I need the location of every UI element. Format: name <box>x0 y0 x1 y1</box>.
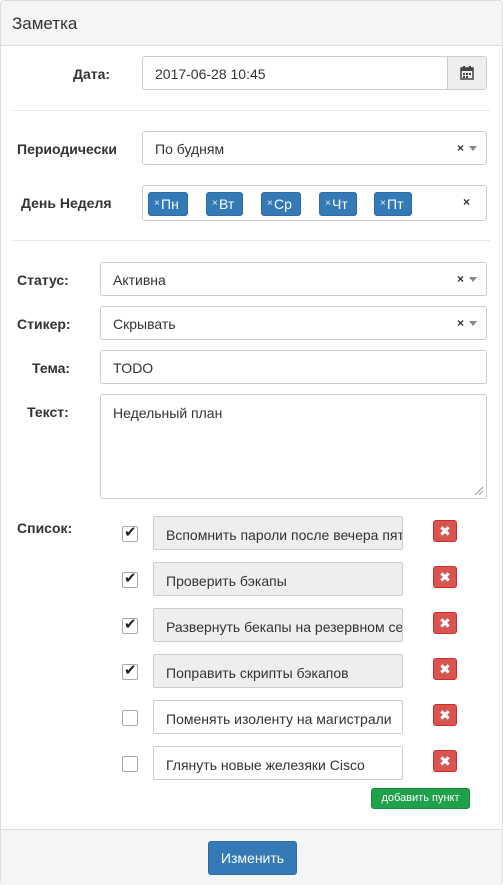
subject-value: TODO <box>113 360 154 376</box>
close-icon: ✖ <box>439 707 451 723</box>
delete-item-button[interactable]: ✖ <box>433 566 457 588</box>
sticker-clear-icon[interactable]: × <box>457 316 464 330</box>
list-item-text: Поменять изоленту на магистрали <box>166 711 392 727</box>
status-value: Активна <box>113 272 166 288</box>
tag-remove-icon[interactable]: × <box>380 193 386 215</box>
list-item-text: Вспомнить пароли после вечера пятницы <box>166 527 402 543</box>
date-label: Дата: <box>73 66 111 82</box>
status-select[interactable]: Активна × <box>100 262 487 296</box>
divider <box>12 240 490 241</box>
status-label: Статус: <box>17 272 69 288</box>
weekdays-clear-icon[interactable]: × <box>463 195 470 209</box>
panel-footer: Изменить <box>1 829 502 885</box>
note-panel: Заметка Дата: 2017-06-28 10:45 Периодиче… <box>0 0 503 885</box>
weekday-tag[interactable]: × Ср <box>261 192 301 216</box>
delete-item-button[interactable]: ✖ <box>433 658 457 680</box>
list-item-input[interactable]: Развернуть бекапы на резервном сервере <box>153 608 403 642</box>
close-icon: ✖ <box>439 615 451 631</box>
delete-item-button[interactable]: ✖ <box>433 750 457 772</box>
list-item-text: Развернуть бекапы на резервном сервере <box>166 619 402 635</box>
item-checkbox[interactable]: ✔ <box>122 524 138 542</box>
subject-label: Тема: <box>32 360 71 376</box>
close-icon: ✖ <box>439 569 451 585</box>
checkmark-icon: ✔ <box>124 662 137 679</box>
delete-item-button[interactable]: ✖ <box>433 612 457 634</box>
calendar-icon <box>460 66 474 80</box>
tag-remove-icon[interactable]: × <box>154 193 160 215</box>
item-checkbox[interactable] <box>122 710 138 726</box>
checkmark-icon: ✔ <box>124 616 137 633</box>
close-icon: ✖ <box>439 523 451 539</box>
text-label: Текст: <box>27 404 69 420</box>
text-textarea[interactable]: Недельный план <box>100 394 487 499</box>
divider <box>12 110 490 111</box>
checkmark-icon: ✔ <box>124 570 137 587</box>
list-label: Список: <box>17 520 73 536</box>
tag-remove-icon[interactable]: × <box>267 193 273 215</box>
calendar-button[interactable] <box>447 57 486 89</box>
periodic-value: По будням <box>155 141 225 157</box>
delete-item-button[interactable]: ✖ <box>433 520 457 542</box>
list-item-text: Поправить скрипты бэкапов <box>166 665 349 681</box>
date-value: 2017-06-28 10:45 <box>155 66 266 82</box>
list-item-input[interactable]: Проверить бэкапы <box>153 562 403 596</box>
text-value: Недельный план <box>113 405 223 421</box>
sticker-select[interactable]: Скрывать × <box>100 306 487 340</box>
item-checkbox[interactable]: ✔ <box>122 570 138 588</box>
panel-title: Заметка <box>12 14 78 33</box>
delete-item-button[interactable]: ✖ <box>433 704 457 726</box>
chevron-down-icon[interactable] <box>469 146 477 151</box>
list-item-input[interactable]: Вспомнить пароли после вечера пятницы <box>153 516 403 550</box>
weekday-tag[interactable]: × Вт <box>206 192 244 216</box>
close-icon: ✖ <box>439 753 451 769</box>
item-checkbox[interactable] <box>122 756 138 772</box>
add-item-button[interactable]: добавить пункт <box>371 788 470 809</box>
weekday-tag[interactable]: × Пт <box>374 192 413 216</box>
weekdays-label: День Неделя <box>21 195 112 211</box>
periodic-select[interactable]: По будням × <box>142 131 487 165</box>
weekday-tag[interactable]: × Пн <box>148 192 188 216</box>
list-item-text: Проверить бэкапы <box>166 573 287 589</box>
checkmark-icon: ✔ <box>124 524 137 541</box>
panel-heading: Заметка <box>1 1 502 46</box>
subject-input[interactable]: TODO <box>100 350 487 384</box>
item-checkbox[interactable]: ✔ <box>122 662 138 680</box>
list-item-text: Глянуть новые железяки Cisco <box>166 757 365 773</box>
weekdays-multiselect[interactable]: × Пн × Вт × Ср × Чт × Пт × <box>142 185 487 221</box>
chevron-down-icon[interactable] <box>469 321 477 326</box>
chevron-down-icon[interactable] <box>469 277 477 282</box>
resize-grip-icon[interactable] <box>474 486 484 496</box>
periodic-clear-icon[interactable]: × <box>457 141 464 155</box>
sticker-value: Скрывать <box>113 316 176 332</box>
item-checkbox[interactable]: ✔ <box>122 616 138 634</box>
list-item-input[interactable]: Поменять изоленту на магистрали <box>153 700 403 734</box>
submit-button[interactable]: Изменить <box>208 841 297 875</box>
tag-remove-icon[interactable]: × <box>212 193 218 215</box>
date-input[interactable]: 2017-06-28 10:45 <box>142 56 487 90</box>
tag-remove-icon[interactable]: × <box>325 193 331 215</box>
close-icon: ✖ <box>439 661 451 677</box>
status-clear-icon[interactable]: × <box>457 272 464 286</box>
periodic-label: Периодически <box>17 141 117 157</box>
list-item-input[interactable]: Глянуть новые железяки Cisco <box>153 746 403 780</box>
weekday-tag[interactable]: × Чт <box>319 192 357 216</box>
list-item-input[interactable]: Поправить скрипты бэкапов <box>153 654 403 688</box>
sticker-label: Стикер: <box>17 316 71 332</box>
